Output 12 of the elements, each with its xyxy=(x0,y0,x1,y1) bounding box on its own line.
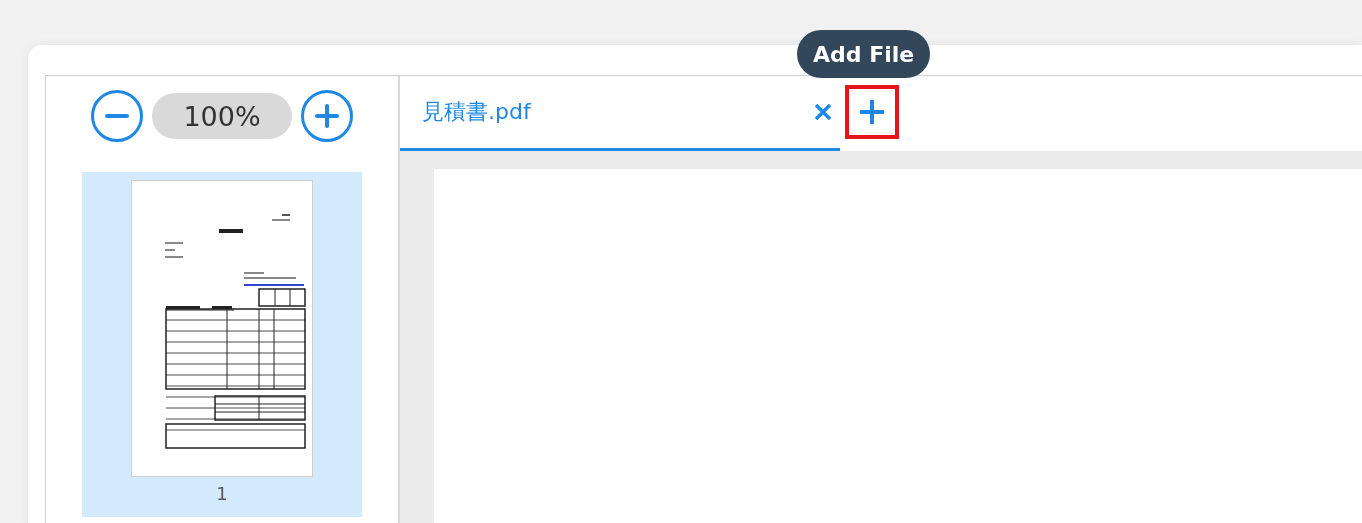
plus-icon xyxy=(860,100,884,124)
tooltip: Add File xyxy=(797,30,931,78)
close-icon[interactable] xyxy=(814,103,832,121)
minus-icon xyxy=(105,114,129,118)
tab-label: 見積書.pdf xyxy=(422,98,531,126)
zoom-out-button[interactable] xyxy=(91,90,143,142)
plus-icon xyxy=(315,104,339,128)
zoom-in-button[interactable] xyxy=(301,90,353,142)
page-number: 1 xyxy=(216,483,228,504)
add-file-button[interactable] xyxy=(845,85,899,139)
page-thumbnail[interactable]: 1 xyxy=(82,172,362,517)
zoom-level: 100% xyxy=(152,93,292,139)
